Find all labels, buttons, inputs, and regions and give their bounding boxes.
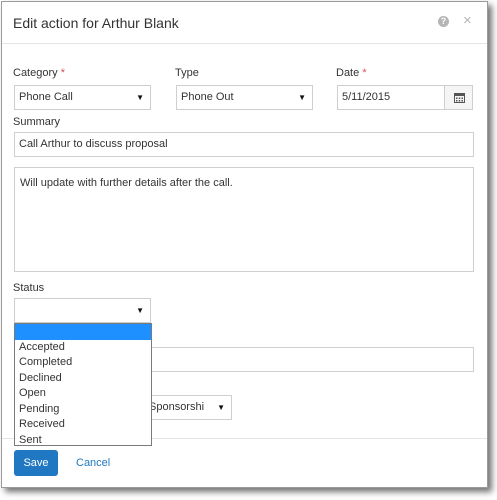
save-button[interactable]: Save [14, 450, 58, 476]
category-select[interactable]: Phone Call ▼ [14, 85, 151, 110]
type-select-value: Phone Out [181, 91, 234, 103]
dialog-header: Edit action for Arthur Blank ? × [2, 2, 487, 44]
summary-input[interactable]: Call Arthur to discuss proposal [14, 132, 474, 157]
hidden-select-value: Sponsorshi [149, 401, 205, 413]
required-mark: * [60, 67, 65, 79]
summary-input-value: Call Arthur to discuss proposal [19, 138, 168, 150]
category-select-value: Phone Call [19, 91, 73, 103]
date-label-text: Date [336, 67, 360, 79]
help-icon[interactable]: ? [438, 16, 449, 27]
status-option-open[interactable]: Open [15, 386, 151, 402]
status-option-pending[interactable]: Pending [15, 402, 151, 418]
date-input-value: 5/11/2015 [342, 91, 391, 103]
required-mark: * [362, 67, 367, 79]
notes-textarea[interactable]: Will update with further details after t… [14, 167, 474, 272]
dialog-title: Edit action for Arthur Blank [13, 15, 179, 31]
status-option-completed[interactable]: Completed [15, 355, 151, 371]
chevron-down-icon: ▼ [298, 93, 306, 102]
date-label: Date * [336, 67, 367, 79]
status-select[interactable]: ▼ [14, 298, 151, 323]
date-input[interactable]: 5/11/2015 [337, 85, 445, 110]
status-option-accepted[interactable]: Accepted [15, 340, 151, 356]
cancel-button[interactable]: Cancel [76, 450, 110, 476]
notes-text: Will update with further details after t… [20, 177, 233, 189]
chevron-down-icon: ▼ [136, 93, 144, 102]
category-label-text: Category [13, 67, 58, 79]
type-label-text: Type [175, 67, 199, 79]
status-dropdown-list: Accepted Completed Declined Open Pending… [14, 323, 152, 446]
close-icon[interactable]: × [463, 12, 472, 29]
status-option-declined[interactable]: Declined [15, 371, 151, 387]
chevron-down-icon: ▼ [136, 306, 144, 315]
status-option-blank[interactable] [15, 324, 151, 340]
chevron-down-icon: ▼ [217, 403, 225, 412]
summary-label: Summary [13, 116, 61, 128]
date-picker-button[interactable] [444, 85, 473, 110]
edit-action-dialog: Edit action for Arthur Blank ? × Categor… [1, 1, 488, 488]
type-label: Type [175, 67, 199, 79]
status-label: Status [13, 282, 45, 294]
calendar-icon [454, 93, 465, 103]
status-option-sent[interactable]: Sent [15, 433, 151, 449]
status-option-received[interactable]: Received [15, 417, 151, 433]
category-label: Category * [13, 67, 65, 79]
type-select[interactable]: Phone Out ▼ [176, 85, 313, 110]
